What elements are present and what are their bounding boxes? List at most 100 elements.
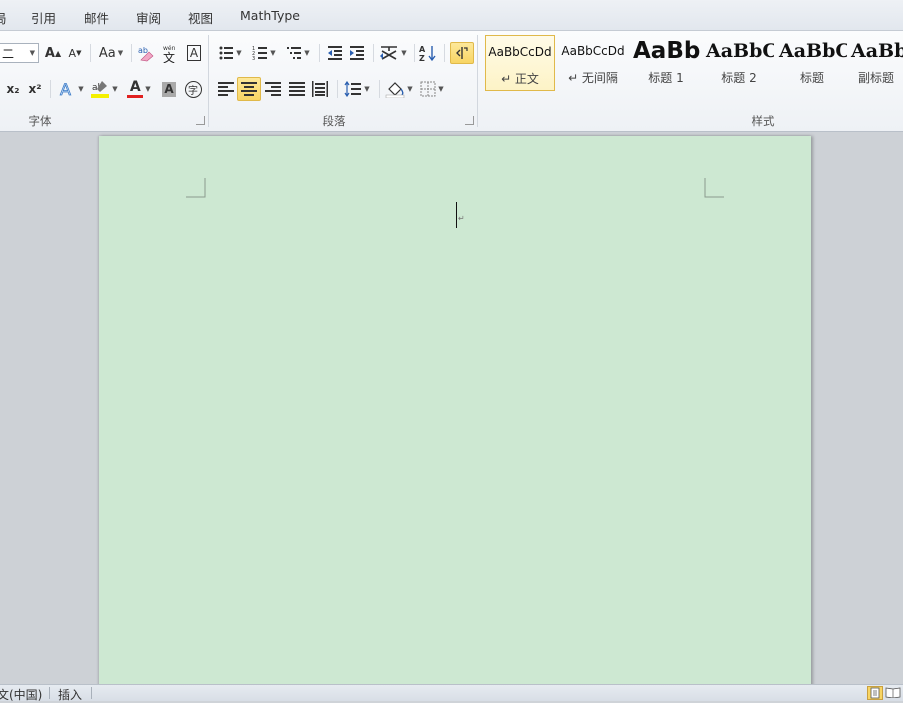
paragraph-mark-icon: ↵ — [458, 214, 465, 223]
text-effects-button[interactable]: A ▼ — [56, 78, 86, 100]
enclose-characters-button[interactable]: 字 — [183, 78, 203, 100]
svg-text:3: 3 — [252, 56, 255, 61]
paragraph-group: ▼ 1 2 3 ▼ ▼ ▼ A Z ▼ ▼ ▼ 段落 — [209, 31, 477, 131]
change-case-button[interactable]: Aa ▼ — [96, 42, 126, 64]
sort-button[interactable]: A Z — [418, 42, 438, 64]
sort-icon: A Z — [419, 45, 436, 62]
text-effects-icon: A — [60, 80, 72, 98]
svg-text:A: A — [419, 45, 426, 54]
tab-layout[interactable]: 局 — [0, 8, 7, 27]
subscript-button[interactable]: x₂ — [4, 78, 22, 100]
separator — [90, 44, 91, 62]
align-center-icon — [241, 82, 257, 96]
char-shading-icon: A — [162, 81, 176, 97]
separator — [131, 44, 132, 62]
margin-corner-mark — [704, 178, 724, 198]
tab-review[interactable]: 审阅 — [136, 8, 161, 27]
styles-group-label: 样式 — [751, 114, 775, 128]
shrink-font-icon: A — [68, 46, 77, 60]
font-dialog-launcher-icon[interactable] — [196, 116, 205, 125]
full-screen-reading-view-button[interactable] — [885, 686, 901, 700]
separator — [337, 80, 338, 98]
grow-font-icon: A — [44, 45, 55, 61]
separator — [49, 687, 50, 699]
char-shading-button[interactable]: A — [160, 78, 178, 100]
font-size-select[interactable]: 二 ▼ — [0, 43, 39, 63]
style-title[interactable]: AaBbC 标题 — [777, 35, 847, 91]
borders-button[interactable]: ▼ — [417, 78, 447, 100]
clear-format-icon: ab — [138, 46, 154, 62]
chinese-layout-icon — [380, 46, 398, 60]
styles-group: AaBbCcDd ↵ 正文 AaBbCcDd ↵ 无间隔 AaBb 标题 1 A… — [478, 31, 903, 131]
language-indicator[interactable]: 文(中国) — [0, 686, 42, 703]
phonetic-guide-icon: wén 文 — [163, 45, 176, 63]
shading-button[interactable]: ▼ — [383, 78, 415, 100]
style-sample: AaBbC — [706, 40, 774, 62]
font-color-icon: A — [127, 80, 144, 98]
style-name: ↵ 正文 — [501, 72, 539, 86]
style-sample: AaBbCcDd — [488, 45, 552, 59]
decrease-indent-button[interactable] — [325, 42, 345, 64]
style-name: 标题 1 — [648, 71, 684, 85]
char-border-button[interactable]: A — [185, 42, 203, 64]
font-color-button[interactable]: A ▼ — [124, 78, 154, 100]
paragraph-group-label: 段落 — [322, 114, 346, 128]
line-spacing-button[interactable]: ▼ — [342, 78, 372, 100]
separator — [373, 44, 374, 62]
justify-button[interactable] — [286, 78, 308, 100]
style-name: 标题 2 — [721, 71, 757, 85]
chinese-layout-button[interactable]: ▼ — [377, 42, 409, 64]
style-sample: AaBbCcDd — [561, 44, 625, 58]
multilevel-list-button[interactable]: ▼ — [283, 42, 313, 64]
numbering-button[interactable]: 1 2 3 ▼ — [249, 42, 279, 64]
grow-font-button[interactable]: A ▲ — [44, 42, 62, 64]
align-left-icon — [218, 82, 234, 96]
distributed-align-icon — [312, 81, 328, 97]
phonetic-guide-button[interactable]: wén 文 — [160, 42, 182, 64]
print-layout-view-button[interactable] — [867, 686, 883, 700]
tab-mailings[interactable]: 邮件 — [84, 8, 109, 27]
svg-text:ab: ab — [138, 46, 148, 55]
separator — [91, 687, 92, 699]
increase-indent-button[interactable] — [347, 42, 367, 64]
separator — [379, 80, 380, 98]
bullets-button[interactable]: ▼ — [215, 42, 245, 64]
tab-mathtype[interactable]: MathType — [240, 8, 300, 23]
justify-icon — [289, 82, 305, 96]
align-center-button[interactable] — [237, 77, 261, 101]
svg-text:文: 文 — [163, 50, 175, 63]
style-no-spacing[interactable]: AaBbCcDd ↵ 无间隔 — [558, 35, 628, 91]
distributed-button[interactable] — [309, 78, 331, 100]
ribbon-tab-bar: 局 引用 邮件 审阅 视图 MathType — [0, 0, 903, 31]
align-left-button[interactable] — [215, 78, 237, 100]
char-border-icon: A — [186, 45, 202, 61]
style-sample: AaBb — [633, 38, 701, 64]
clear-format-button[interactable]: ab — [136, 42, 156, 64]
align-right-button[interactable] — [262, 78, 284, 100]
numbering-icon: 1 2 3 — [252, 46, 268, 61]
multilevel-list-icon — [287, 47, 302, 59]
tab-references[interactable]: 引用 — [31, 8, 56, 27]
style-heading-1[interactable]: AaBb 标题 1 — [631, 35, 701, 91]
shrink-font-button[interactable]: A ▼ — [66, 42, 84, 64]
svg-text:A: A — [60, 80, 71, 98]
paragraph-dialog-launcher-icon[interactable] — [465, 116, 474, 125]
style-normal[interactable]: AaBbCcDd ↵ 正文 — [485, 35, 555, 91]
line-spacing-icon — [344, 81, 362, 97]
superscript-button[interactable]: x² — [26, 78, 44, 100]
document-page[interactable]: ↵ — [99, 136, 811, 684]
borders-icon — [420, 81, 436, 97]
decrease-indent-icon — [328, 46, 342, 60]
insert-mode-indicator[interactable]: 插入 — [58, 686, 82, 703]
show-hide-marks-button[interactable] — [450, 42, 474, 64]
reading-view-icon — [885, 687, 901, 699]
highlight-color-button[interactable]: ab ▼ — [88, 78, 120, 100]
tab-view[interactable]: 视图 — [188, 8, 213, 27]
style-name: 标题 — [799, 71, 824, 85]
enclose-characters-icon: 字 — [184, 80, 202, 98]
status-bar: 文(中国) 插入 — [0, 684, 903, 703]
style-subtitle[interactable]: AaBb 副标题 — [849, 35, 903, 91]
chevron-down-icon: ▼ — [29, 49, 35, 57]
font-group-label: 字体 — [28, 114, 52, 128]
style-heading-2[interactable]: AaBbC 标题 2 — [704, 35, 774, 91]
